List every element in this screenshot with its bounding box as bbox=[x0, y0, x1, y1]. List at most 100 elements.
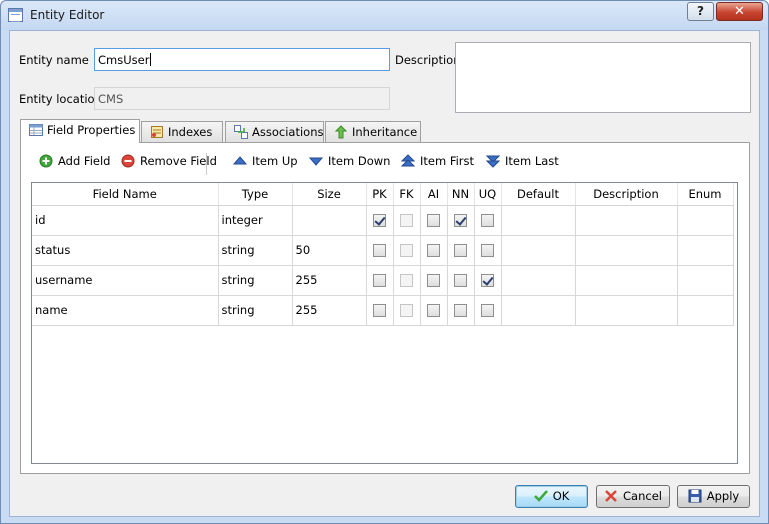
cell-fk[interactable] bbox=[393, 295, 421, 326]
table-row[interactable]: name string 255 bbox=[32, 295, 734, 326]
tab-inheritance[interactable]: Inheritance bbox=[325, 121, 421, 142]
pk-checkbox[interactable] bbox=[373, 304, 386, 317]
pk-checkbox[interactable] bbox=[373, 214, 386, 227]
uq-checkbox[interactable] bbox=[481, 214, 494, 227]
cell-enum[interactable] bbox=[677, 205, 734, 236]
dialog-client-area: Entity name CmsUser Description Entity l… bbox=[9, 30, 760, 517]
column-header[interactable]: Default bbox=[501, 183, 576, 206]
remove-field-button[interactable]: Remove Field bbox=[121, 151, 217, 171]
cell-size[interactable] bbox=[292, 205, 367, 236]
column-header[interactable]: Type bbox=[218, 183, 293, 206]
cell-name[interactable]: id bbox=[32, 205, 219, 236]
cell-type[interactable]: string bbox=[218, 295, 293, 326]
table-row[interactable]: id integer bbox=[32, 205, 734, 236]
cell-description[interactable] bbox=[575, 295, 678, 326]
column-header[interactable]: Field Name bbox=[32, 183, 219, 206]
item-last-button[interactable]: Item Last bbox=[485, 151, 559, 171]
cell-nn[interactable] bbox=[447, 265, 475, 296]
column-header[interactable]: Description bbox=[575, 183, 678, 206]
window-title: Entity Editor bbox=[30, 8, 105, 22]
ok-button[interactable]: OK bbox=[515, 485, 588, 508]
cell-type[interactable]: string bbox=[218, 265, 293, 296]
cell-size[interactable]: 255 bbox=[292, 265, 367, 296]
entity-name-input[interactable]: CmsUser bbox=[94, 48, 390, 71]
ai-checkbox[interactable] bbox=[427, 214, 440, 227]
field-grid[interactable]: Field Name Type Size PK FK AI NN UQ Default Descr… bbox=[31, 182, 738, 464]
cell-uq[interactable] bbox=[474, 205, 502, 236]
remove-icon bbox=[121, 154, 135, 168]
cell-uq[interactable] bbox=[474, 235, 502, 266]
cell-ai[interactable] bbox=[420, 235, 448, 266]
cell-size[interactable]: 50 bbox=[292, 235, 367, 266]
cell-default[interactable] bbox=[501, 235, 576, 266]
cell-description[interactable] bbox=[575, 235, 678, 266]
cell-enum[interactable] bbox=[677, 295, 734, 326]
uq-checkbox[interactable] bbox=[481, 244, 494, 257]
nn-checkbox[interactable] bbox=[454, 214, 467, 227]
cell-pk[interactable] bbox=[366, 265, 394, 296]
cell-default[interactable] bbox=[501, 205, 576, 236]
table-row[interactable]: status string 50 bbox=[32, 235, 734, 266]
title-bar[interactable]: Entity Editor ? ✕ bbox=[1, 1, 768, 30]
table-row[interactable]: username string 255 bbox=[32, 265, 734, 296]
column-header[interactable]: AI bbox=[420, 183, 448, 206]
ai-checkbox[interactable] bbox=[427, 304, 440, 317]
cancel-button[interactable]: Cancel bbox=[596, 485, 670, 508]
cell-type[interactable]: integer bbox=[218, 205, 293, 236]
column-header[interactable]: PK bbox=[366, 183, 394, 206]
description-textarea[interactable] bbox=[455, 42, 751, 113]
item-first-button[interactable]: Item First bbox=[400, 151, 474, 171]
cell-ai[interactable] bbox=[420, 295, 448, 326]
cell-fk[interactable] bbox=[393, 205, 421, 236]
cell-nn[interactable] bbox=[447, 205, 475, 236]
cell-nn[interactable] bbox=[447, 295, 475, 326]
ai-checkbox[interactable] bbox=[427, 244, 440, 257]
grid-header-row: Field Name Type Size PK FK AI NN UQ Default Descr… bbox=[32, 183, 734, 206]
cell-name[interactable]: username bbox=[32, 265, 219, 296]
cell-uq[interactable] bbox=[474, 295, 502, 326]
cell-default[interactable] bbox=[501, 295, 576, 326]
cell-nn[interactable] bbox=[447, 235, 475, 266]
tab-label: Indexes bbox=[168, 125, 213, 139]
cell-pk[interactable] bbox=[366, 295, 394, 326]
cell-uq[interactable] bbox=[474, 265, 502, 296]
cell-fk[interactable] bbox=[393, 265, 421, 296]
column-header[interactable]: NN bbox=[447, 183, 475, 206]
cell-description[interactable] bbox=[575, 265, 678, 296]
tab-label: Field Properties bbox=[47, 123, 136, 137]
nn-checkbox[interactable] bbox=[454, 244, 467, 257]
cell-name[interactable]: status bbox=[32, 235, 219, 266]
cell-pk[interactable] bbox=[366, 235, 394, 266]
cell-enum[interactable] bbox=[677, 235, 734, 266]
nn-checkbox[interactable] bbox=[454, 304, 467, 317]
cell-type[interactable]: string bbox=[218, 235, 293, 266]
item-up-button[interactable]: Item Up bbox=[232, 151, 298, 171]
add-field-button[interactable]: Add Field bbox=[39, 151, 110, 171]
cell-fk[interactable] bbox=[393, 235, 421, 266]
uq-checkbox[interactable] bbox=[481, 274, 494, 287]
item-down-button[interactable]: Item Down bbox=[308, 151, 390, 171]
column-header[interactable]: Enum bbox=[677, 183, 734, 206]
cell-default[interactable] bbox=[501, 265, 576, 296]
column-header[interactable]: FK bbox=[393, 183, 421, 206]
cell-description[interactable] bbox=[575, 205, 678, 236]
tab-indexes[interactable]: Indexes bbox=[141, 121, 223, 142]
tab-field-properties[interactable]: Field Properties bbox=[20, 119, 140, 143]
tab-associations[interactable]: Associations bbox=[225, 121, 324, 142]
cell-name[interactable]: name bbox=[32, 295, 219, 326]
cell-size[interactable]: 255 bbox=[292, 295, 367, 326]
cell-ai[interactable] bbox=[420, 265, 448, 296]
column-header[interactable]: Size bbox=[292, 183, 367, 206]
nn-checkbox[interactable] bbox=[454, 274, 467, 287]
uq-checkbox[interactable] bbox=[481, 304, 494, 317]
cell-pk[interactable] bbox=[366, 205, 394, 236]
cell-ai[interactable] bbox=[420, 205, 448, 236]
apply-button[interactable]: Apply bbox=[677, 485, 750, 508]
pk-checkbox[interactable] bbox=[373, 244, 386, 257]
cell-enum[interactable] bbox=[677, 265, 734, 296]
ai-checkbox[interactable] bbox=[427, 274, 440, 287]
pk-checkbox[interactable] bbox=[373, 274, 386, 287]
close-button[interactable]: ✕ bbox=[716, 2, 763, 21]
help-button[interactable]: ? bbox=[687, 2, 714, 21]
column-header[interactable]: UQ bbox=[474, 183, 502, 206]
